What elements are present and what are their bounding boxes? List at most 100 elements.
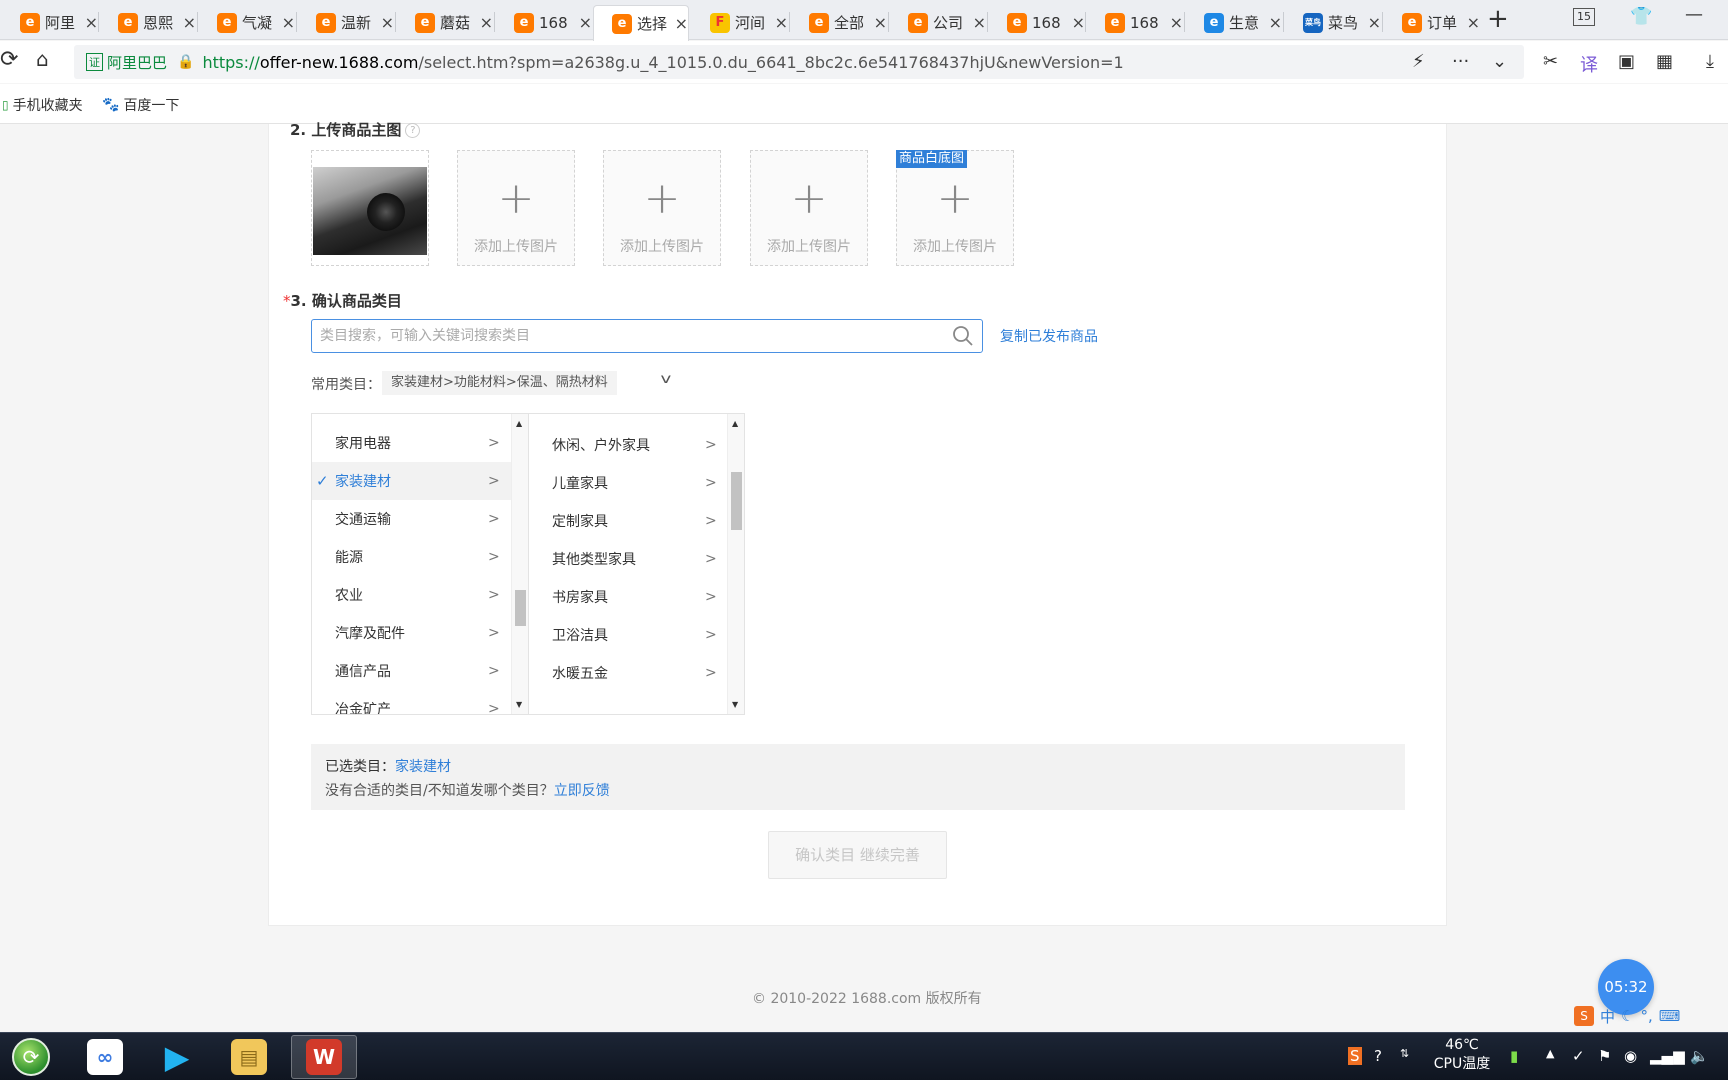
browser-tab[interactable]: e 阿里 ×	[2, 5, 98, 40]
apps-grid-icon[interactable]: ▦	[1656, 51, 1673, 72]
browser-tab[interactable]: e 全部 ×	[791, 5, 887, 40]
common-category-tag[interactable]: 家装建材>功能材料>保温、隔热材料	[382, 371, 617, 395]
keyboard-icon[interactable]: ⌨	[1659, 1007, 1681, 1025]
network-switch-icon[interactable]: ⇅	[1400, 1047, 1409, 1060]
flag-icon[interactable]: ⚑	[1598, 1047, 1611, 1065]
reader-icon[interactable]: ▣	[1618, 51, 1635, 72]
scroll-down-arrow-icon[interactable]: ▼	[732, 700, 738, 709]
tab-close-icon[interactable]: ×	[775, 13, 788, 32]
certificate-badge[interactable]: 证阿里巴巴	[86, 52, 167, 73]
browser-tab[interactable]: e 168 ×	[1087, 5, 1183, 40]
browser-tab[interactable]: e 公司 ×	[890, 5, 986, 40]
sogou-ime-icon[interactable]: S	[1574, 1006, 1594, 1026]
category-item[interactable]: 能源 >	[312, 538, 511, 576]
chevron-down-icon[interactable]: v	[660, 372, 671, 387]
category-item[interactable]: 书房家具 >	[529, 578, 727, 616]
upload-slot[interactable]: + 添加上传图片	[750, 150, 868, 266]
tab-close-icon[interactable]: ×	[480, 13, 493, 32]
category-item[interactable]: 儿童家具 >	[529, 464, 727, 502]
security-shield-icon[interactable]: ◉	[1624, 1047, 1637, 1065]
category-item[interactable]: 休闲、户外家具 >	[529, 426, 727, 464]
scroll-thumb[interactable]	[515, 590, 526, 626]
cpu-temperature[interactable]: 46℃ CPU温度	[1432, 1036, 1492, 1074]
tab-close-icon[interactable]: ×	[973, 13, 986, 32]
tab-close-icon[interactable]: ×	[1072, 13, 1085, 32]
browser-tab[interactable]: F 河间 ×	[692, 5, 788, 40]
tab-close-icon[interactable]: ×	[579, 13, 592, 32]
tab-close-icon[interactable]: ×	[1467, 13, 1480, 32]
scrollbar[interactable]: ▲ ▼	[511, 414, 528, 714]
home-icon[interactable]: ⌂	[36, 47, 49, 71]
search-icon[interactable]	[952, 325, 974, 347]
upload-slot[interactable]: + 添加上传图片	[457, 150, 575, 266]
taskbar-wps-office[interactable]: W	[291, 1035, 357, 1079]
taskbar-file-explorer[interactable]: ▤	[216, 1035, 282, 1079]
network-signal-icon[interactable]: ▂▄▆	[1650, 1047, 1685, 1065]
tab-close-icon[interactable]: ×	[1269, 13, 1282, 32]
category-item[interactable]: 定制家具 >	[529, 502, 727, 540]
show-hidden-icons[interactable]: ▲	[1546, 1047, 1554, 1060]
minimize-button[interactable]: —	[1685, 4, 1703, 25]
uploaded-image-slot[interactable]	[311, 150, 429, 266]
tab-close-icon[interactable]: ×	[85, 13, 98, 32]
bookmark-baidu[interactable]: 🐾 百度一下	[102, 95, 179, 115]
ime-toolbar[interactable]: S 中 ☾ °, ⌨	[1574, 1004, 1728, 1028]
more-icon[interactable]: ···	[1452, 51, 1469, 72]
category-item[interactable]: 家用电器 >	[312, 424, 511, 462]
browser-tab[interactable]: e 选择 ×	[593, 5, 689, 41]
upload-slot[interactable]: + 添加上传图片	[603, 150, 721, 266]
moon-icon[interactable]: ☾	[1621, 1007, 1634, 1025]
scroll-up-arrow-icon[interactable]: ▲	[732, 419, 738, 428]
category-item[interactable]: 农业 >	[312, 576, 511, 614]
bookmark-mobile[interactable]: ▯ 手机收藏夹	[2, 95, 83, 115]
chevron-down-icon[interactable]: ⌄	[1492, 51, 1507, 72]
category-search-input[interactable]	[320, 326, 940, 346]
category-search-box[interactable]	[311, 319, 983, 353]
category-item[interactable]: 交通运输 >	[312, 500, 511, 538]
tab-count-badge[interactable]: 15	[1573, 8, 1595, 26]
browser-tab[interactable]: e 168 ×	[989, 5, 1085, 40]
tab-close-icon[interactable]: ×	[183, 13, 196, 32]
copy-published-product-link[interactable]: 复制已发布商品	[1000, 326, 1098, 346]
scroll-thumb[interactable]	[731, 472, 742, 530]
category-item[interactable]: 其他类型家具 >	[529, 540, 727, 578]
battery-icon[interactable]: ▮	[1510, 1047, 1518, 1065]
tab-close-icon[interactable]: ×	[675, 14, 688, 33]
selected-category-value[interactable]: 家装建材	[395, 759, 451, 775]
ime-mode-indicator[interactable]: 中	[1600, 1006, 1615, 1027]
taskbar-video-player[interactable]: ▶	[144, 1035, 210, 1079]
help-icon[interactable]: ?	[405, 123, 421, 138]
help-tray-icon[interactable]: ?	[1374, 1047, 1382, 1065]
sogou-tray-icon[interactable]: S	[1348, 1047, 1362, 1065]
browser-tab[interactable]: e 气凝 ×	[199, 5, 295, 40]
url-text[interactable]: https://offer-new.1688.com/select.htm?sp…	[202, 53, 1123, 72]
browser-tab[interactable]: e 恩熙 ×	[100, 5, 196, 40]
translate-icon[interactable]: 译	[1580, 51, 1598, 77]
skin-shirt-icon[interactable]: 👕	[1630, 6, 1652, 27]
browser-tab[interactable]: e 生意 ×	[1186, 5, 1282, 40]
category-item[interactable]: 卫浴洁具 >	[529, 616, 727, 654]
download-icon[interactable]: ⤓	[1706, 51, 1714, 72]
category-item[interactable]: 水暖五金 >	[529, 654, 727, 692]
reload-icon[interactable]: ⟳	[0, 47, 18, 72]
confirm-category-button[interactable]: 确认类目 继续完善	[768, 831, 947, 879]
scroll-up-arrow-icon[interactable]: ▲	[516, 419, 522, 428]
tab-close-icon[interactable]: ×	[381, 13, 394, 32]
tab-close-icon[interactable]: ×	[1170, 13, 1183, 32]
tab-close-icon[interactable]: ×	[1368, 13, 1381, 32]
category-item[interactable]: 冶金矿产 >	[312, 690, 511, 714]
tab-close-icon[interactable]: ×	[874, 13, 887, 32]
new-tab-button[interactable]: +	[1487, 4, 1509, 34]
volume-icon[interactable]: 🔈	[1690, 1047, 1709, 1065]
feedback-link[interactable]: 立即反馈	[554, 783, 610, 799]
lightning-icon[interactable]: ⚡	[1412, 51, 1425, 72]
browser-tab[interactable]: 菜鸟 菜鸟 ×	[1285, 5, 1381, 40]
taskbar-baidu-netdisk[interactable]: ∞	[72, 1035, 138, 1079]
category-item[interactable]: 汽摩及配件 >	[312, 614, 511, 652]
browser-tab[interactable]: e 蘑菇 ×	[397, 5, 493, 40]
scrollbar[interactable]: ▲ ▼	[727, 414, 744, 714]
category-item[interactable]: 通信产品 >	[312, 652, 511, 690]
category-item[interactable]: ✓ 家装建材 >	[312, 462, 511, 500]
browser-tab[interactable]: e 订单 ×	[1384, 5, 1480, 40]
start-button[interactable]: ⟳	[0, 1035, 62, 1079]
